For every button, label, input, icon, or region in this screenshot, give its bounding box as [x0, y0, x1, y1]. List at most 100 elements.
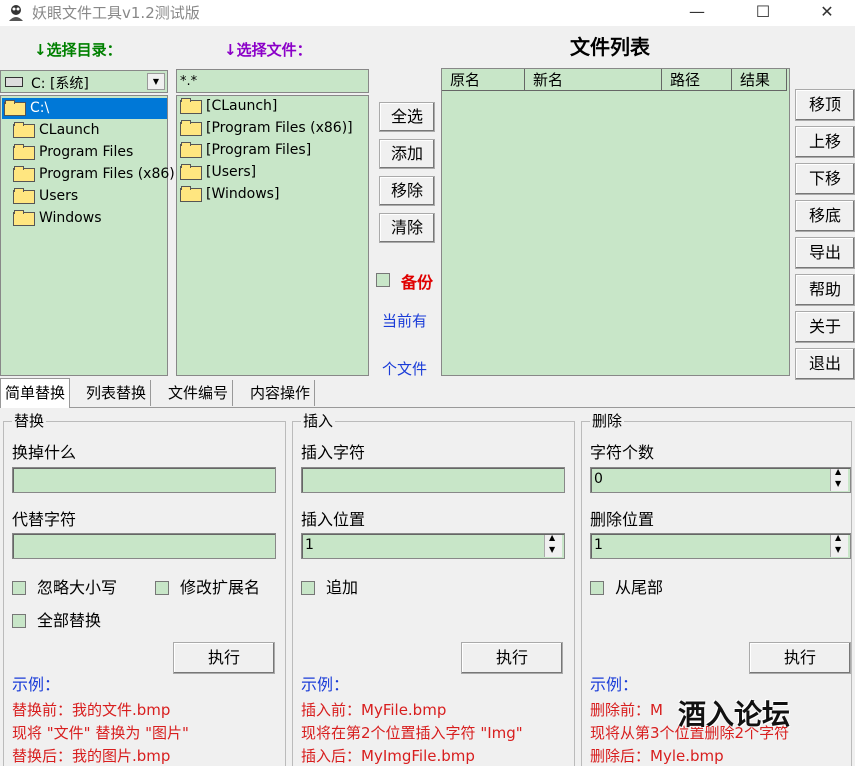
find-input[interactable]	[12, 467, 276, 493]
replace-execute-button[interactable]: 执行	[173, 642, 275, 674]
file-entry[interactable]: [Program Files (x86)]	[180, 118, 353, 139]
column-new-name[interactable]: 新名	[525, 69, 662, 91]
file-entry[interactable]: [Users]	[180, 162, 256, 183]
char-count-label: 字符个数	[590, 443, 655, 462]
dir-item[interactable]: CLaunch	[13, 120, 99, 141]
folder-icon	[13, 144, 35, 160]
file-entry[interactable]: [Windows]	[180, 184, 279, 205]
tab-list-replace[interactable]: 列表替换	[82, 380, 152, 406]
dir-item[interactable]: Program Files	[13, 142, 133, 163]
insert-position-stepper[interactable]: 1	[301, 533, 565, 559]
replace-group-title: 替换	[12, 412, 47, 430]
column-original-name[interactable]: 原名	[442, 69, 525, 91]
exit-button[interactable]: 退出	[795, 348, 855, 380]
backup-checkbox[interactable]	[376, 273, 390, 287]
replace-example-heading: 示例：	[12, 675, 61, 694]
char-count-value: 0	[594, 471, 603, 487]
remove-button[interactable]: 移除	[379, 176, 435, 206]
append-checkbox[interactable]	[301, 581, 315, 595]
spin-arrows-icon[interactable]	[830, 467, 848, 491]
folder-icon	[13, 210, 35, 226]
replace-example-rule: 现将 "文件" 替换为 "图片"	[12, 724, 189, 742]
app-icon	[9, 5, 23, 21]
clear-button[interactable]: 清除	[379, 213, 435, 243]
delete-example-heading: 示例：	[590, 675, 639, 694]
move-down-button[interactable]: 下移	[795, 163, 855, 195]
minimize-icon[interactable]: —	[674, 0, 720, 26]
replace-all-checkbox[interactable]	[12, 614, 26, 628]
folder-icon	[180, 164, 202, 180]
close-icon[interactable]: ✕	[804, 0, 850, 26]
tab-bar: 简单替换 列表替换 文件编号 内容操作	[0, 378, 855, 408]
modify-ext-label: 修改扩展名	[180, 578, 261, 597]
select-all-button[interactable]: 全选	[379, 102, 435, 132]
modify-ext-checkbox[interactable]	[155, 581, 169, 595]
about-button[interactable]: 关于	[795, 311, 855, 343]
from-end-label: 从尾部	[615, 578, 664, 597]
delete-example-after: 删除后：Myle.bmp	[590, 747, 724, 765]
spin-arrows-icon[interactable]	[544, 533, 562, 557]
replace-example-after: 替换后：我的图片.bmp	[12, 747, 171, 765]
ignore-case-checkbox[interactable]	[12, 581, 26, 595]
column-result[interactable]: 结果	[732, 69, 787, 91]
from-end-checkbox[interactable]	[590, 581, 604, 595]
folder-icon	[13, 122, 35, 138]
directory-list[interactable]: C:\ CLaunch Program Files Program Files …	[0, 95, 175, 376]
insert-position-value: 1	[305, 537, 314, 553]
drive-value: C: [系统]	[31, 76, 89, 92]
maximize-icon[interactable]: ☐	[740, 0, 786, 26]
insert-execute-button[interactable]: 执行	[461, 642, 563, 674]
folder-icon	[180, 142, 202, 158]
insert-chars-label: 插入字符	[301, 443, 366, 462]
select-directory-label: ↓选择目录：	[34, 41, 122, 59]
backup-label: 备份	[401, 273, 434, 292]
file-entry[interactable]: [Program Files]	[180, 140, 311, 161]
folder-icon	[180, 98, 202, 114]
delete-position-stepper[interactable]: 1	[590, 533, 851, 559]
window-title: 妖眼文件工具v1.2测试版	[32, 4, 200, 22]
replace-all-label: 全部替换	[37, 611, 102, 630]
insert-chars-input[interactable]	[301, 467, 565, 493]
file-filter-input[interactable]	[176, 69, 369, 93]
ignore-case-label: 忽略大小写	[37, 578, 118, 597]
open-folder-icon	[4, 100, 26, 116]
dir-item[interactable]: Windows	[13, 208, 102, 229]
file-entry[interactable]: [CLaunch]	[180, 96, 277, 117]
file-table[interactable]: 原名 新名 路径 结果	[441, 68, 790, 376]
select-file-label: ↓选择文件：	[224, 41, 312, 59]
file-list-title: 文件列表	[570, 35, 650, 59]
delete-execute-button[interactable]: 执行	[749, 642, 851, 674]
dir-item[interactable]: Program Files (x86)	[13, 164, 175, 185]
tab-simple-replace[interactable]: 简单替换	[0, 378, 71, 408]
dir-item-root[interactable]: C:\	[2, 98, 167, 119]
file-list[interactable]: [CLaunch] [Program Files (x86)] [Program…	[176, 95, 369, 376]
file-count-label: 个文件	[382, 360, 428, 378]
spin-arrows-icon[interactable]	[830, 533, 848, 557]
insert-group-title: 插入	[301, 412, 336, 430]
char-count-stepper[interactable]: 0	[590, 467, 851, 493]
insert-example-heading: 示例：	[301, 675, 350, 694]
title-bar: 妖眼文件工具v1.2测试版 — ☐ ✕	[0, 0, 855, 26]
help-button[interactable]: 帮助	[795, 274, 855, 306]
drive-select[interactable]: C: [系统] ▼	[0, 70, 168, 93]
insert-example-before: 插入前：MyFile.bmp	[301, 701, 447, 719]
folder-icon	[13, 166, 35, 182]
folder-icon	[180, 120, 202, 136]
delete-position-label: 删除位置	[590, 510, 655, 529]
tab-file-numbering[interactable]: 文件编号	[164, 380, 234, 406]
move-bottom-button[interactable]: 移底	[795, 200, 855, 232]
chevron-down-icon[interactable]: ▼	[147, 73, 165, 90]
dir-item[interactable]: Users	[13, 186, 78, 207]
insert-position-label: 插入位置	[301, 510, 366, 529]
drive-icon	[5, 77, 23, 87]
export-button[interactable]: 导出	[795, 237, 855, 269]
add-button[interactable]: 添加	[379, 139, 435, 169]
replace-with-input[interactable]	[12, 533, 276, 559]
insert-example-rule: 现将在第2个位置插入字符 "Img"	[301, 724, 523, 742]
column-path[interactable]: 路径	[662, 69, 732, 91]
move-up-button[interactable]: 上移	[795, 126, 855, 158]
tab-content-ops[interactable]: 内容操作	[246, 380, 316, 406]
find-label: 换掉什么	[12, 443, 77, 462]
append-label: 追加	[326, 578, 359, 597]
move-top-button[interactable]: 移顶	[795, 89, 855, 121]
